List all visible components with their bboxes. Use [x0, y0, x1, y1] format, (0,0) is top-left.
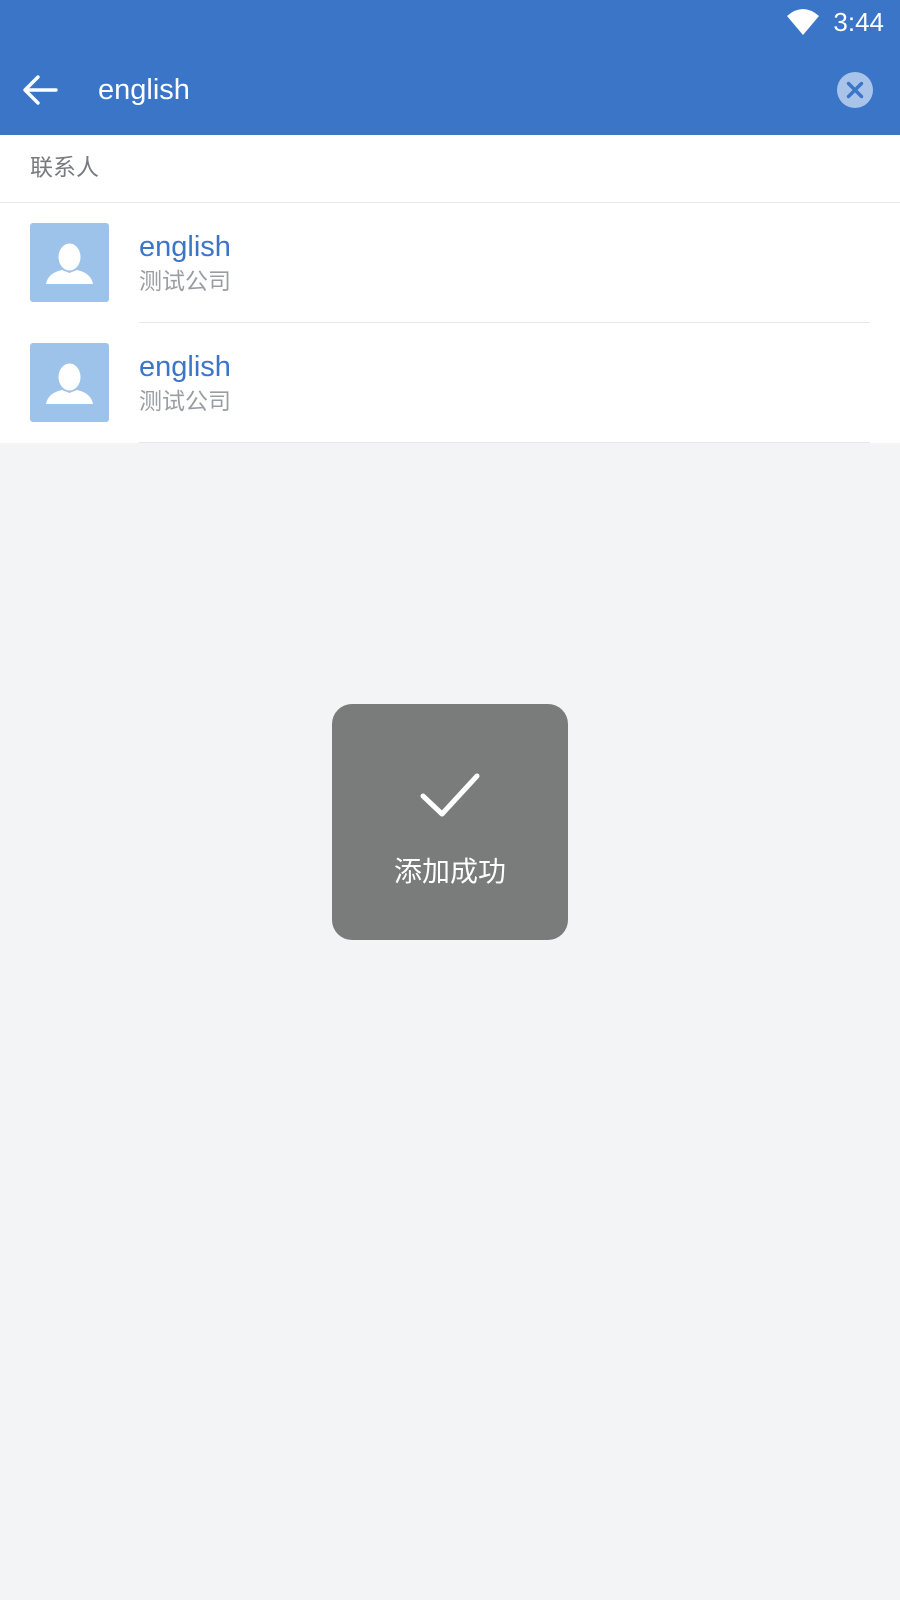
contact-name: english — [139, 231, 231, 263]
contact-name: english — [139, 351, 231, 383]
contact-company: 测试公司 — [139, 269, 231, 295]
avatar — [30, 343, 109, 422]
person-icon — [46, 363, 93, 404]
section-title: 联系人 — [30, 155, 99, 181]
arrow-left-icon[interactable] — [20, 70, 60, 110]
contact-row[interactable]: english 测试公司 — [0, 323, 900, 443]
checkmark-icon — [420, 773, 480, 817]
status-time: 3:44 — [833, 7, 884, 37]
toast-message: 添加成功 — [393, 855, 506, 888]
contact-row[interactable]: english 测试公司 — [0, 203, 900, 323]
search-app-bar — [0, 45, 900, 135]
contact-results-list: english 测试公司 english 测试公司 — [0, 203, 900, 443]
row-divider — [139, 442, 870, 443]
wifi-icon — [787, 9, 819, 35]
section-header: 联系人 — [0, 135, 900, 203]
status-bar: 3:44 — [0, 0, 900, 45]
clear-circle-icon[interactable] — [837, 72, 873, 108]
success-toast: 添加成功 — [332, 704, 568, 940]
avatar — [30, 223, 109, 302]
search-input[interactable] — [98, 67, 778, 113]
contact-company: 测试公司 — [139, 389, 231, 415]
person-icon — [46, 243, 93, 284]
